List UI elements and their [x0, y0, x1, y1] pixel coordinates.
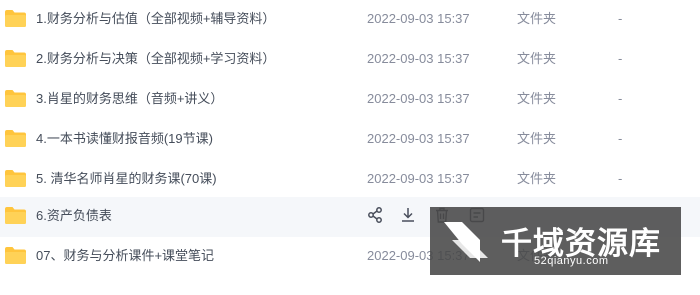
file-type: 文件夹: [517, 51, 557, 66]
file-size: -: [618, 51, 623, 66]
file-size: -: [618, 91, 623, 106]
file-name[interactable]: 5. 清华名师肖星的财务课(70课): [36, 160, 217, 198]
file-type: 文件夹: [517, 91, 557, 106]
file-date: 2022-09-03 15:37: [367, 51, 470, 66]
folder-icon: [5, 10, 26, 27]
folder-icon: [5, 90, 26, 107]
share-icon[interactable]: [366, 206, 384, 224]
folder-icon: [5, 130, 26, 147]
file-name[interactable]: 4.一本书读懂财报音频(19节课): [36, 120, 213, 158]
file-row[interactable]: 4.一本书读懂财报音频(19节课) 2022-09-03 15:37 文件夹 -: [0, 120, 700, 160]
file-name[interactable]: 1.财务分析与估值（全部视频+辅导资料）: [36, 0, 275, 38]
file-size: -: [618, 171, 623, 186]
file-name[interactable]: 2.财务分析与决策（全部视频+学习资料）: [36, 40, 275, 78]
file-row[interactable]: 1.财务分析与估值（全部视频+辅导资料） 2022-09-03 15:37 文件…: [0, 0, 700, 40]
file-type: 文件夹: [517, 11, 557, 26]
file-row[interactable]: 2.财务分析与决策（全部视频+学习资料） 2022-09-03 15:37 文件…: [0, 40, 700, 80]
file-row[interactable]: 3.肖星的财务思维（音频+讲义） 2022-09-03 15:37 文件夹 -: [0, 80, 700, 120]
file-size: -: [618, 131, 623, 146]
folder-icon: [5, 50, 26, 67]
file-name[interactable]: 6.资产负债表: [36, 197, 112, 235]
watermark-overlay: 千域资源库 52qianyu.com: [430, 207, 681, 275]
file-date: 2022-09-03 15:37: [367, 11, 470, 26]
download-icon[interactable]: [399, 206, 417, 224]
watermark-url: 52qianyu.com: [534, 255, 609, 267]
file-name[interactable]: 3.肖星的财务思维（音频+讲义）: [36, 80, 223, 118]
file-date: 2022-09-03 15:37: [367, 131, 470, 146]
watermark-logo-icon: [444, 222, 488, 262]
folder-icon: [5, 207, 26, 224]
file-type: 文件夹: [517, 131, 557, 146]
file-type: 文件夹: [517, 171, 557, 186]
file-size: -: [618, 11, 623, 26]
folder-icon: [5, 247, 26, 264]
file-row[interactable]: 5. 清华名师肖星的财务课(70课) 2022-09-03 15:37 文件夹 …: [0, 160, 700, 200]
folder-icon: [5, 170, 26, 187]
file-date: 2022-09-03 15:37: [367, 171, 470, 186]
file-name[interactable]: 07、财务与分析课件+课堂笔记: [36, 237, 214, 275]
file-date: 2022-09-03 15:37: [367, 91, 470, 106]
